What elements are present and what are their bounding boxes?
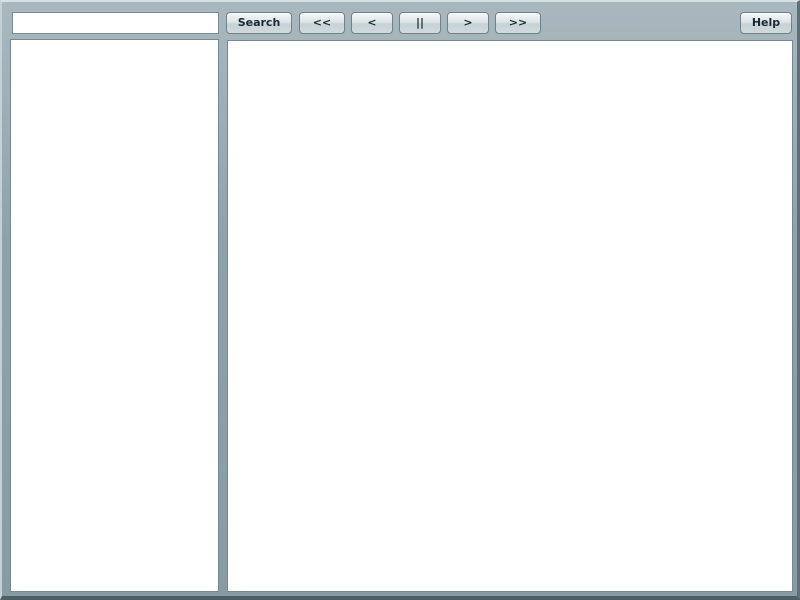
results-list-panel[interactable] [10, 39, 219, 592]
pause-button[interactable]: || [399, 12, 441, 34]
first-button[interactable]: << [299, 12, 345, 34]
previous-button[interactable]: < [351, 12, 393, 34]
last-button[interactable]: >> [495, 12, 541, 34]
app-window: Search << < || > >> Help [0, 0, 800, 600]
help-button[interactable]: Help [740, 12, 792, 34]
search-input[interactable] [12, 12, 219, 34]
next-button[interactable]: > [447, 12, 489, 34]
content-view-panel[interactable] [227, 40, 793, 592]
search-button[interactable]: Search [226, 12, 292, 34]
